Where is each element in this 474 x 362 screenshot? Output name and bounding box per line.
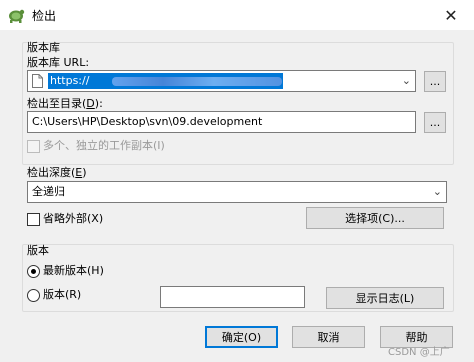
radio-selected-dot: [31, 269, 36, 274]
close-icon: ✕: [444, 5, 458, 25]
revision-group-label: 版本: [27, 244, 49, 257]
tortoise-svn-icon: [9, 9, 25, 23]
head-revision-radio[interactable]: [27, 265, 40, 278]
checkout-dir-input[interactable]: C:\Users\HP\Desktop\svn\09.development: [27, 111, 416, 133]
checkout-dir-value: C:\Users\HP\Desktop\svn\09.development: [32, 115, 263, 128]
show-log-button[interactable]: 显示日志(L): [326, 287, 444, 309]
document-icon: [32, 74, 43, 88]
window-title: 检出: [32, 9, 57, 23]
title-bar: 检出 ✕: [0, 0, 474, 30]
multiple-copies-label: 多个、独立的工作副本(I): [43, 139, 165, 152]
depth-combobox[interactable]: 全递归 ⌄: [27, 181, 447, 203]
revision-input[interactable]: [160, 286, 305, 308]
close-button[interactable]: ✕: [428, 0, 474, 30]
dropdown-arrow-icon[interactable]: ⌄: [433, 185, 442, 198]
multiple-copies-checkbox[interactable]: [27, 140, 40, 153]
choose-items-button[interactable]: 选择项(C)...: [306, 207, 444, 229]
cancel-button[interactable]: 取消: [292, 326, 365, 348]
specific-revision-radio[interactable]: [27, 289, 40, 302]
omit-externals-label: 省略外部(X): [43, 212, 104, 225]
url-selection: https://: [48, 73, 283, 89]
specific-revision-label: 版本(R): [43, 288, 82, 301]
url-browse-button[interactable]: ...: [424, 71, 446, 92]
omit-externals-checkbox[interactable]: [27, 213, 40, 226]
url-value: https://: [50, 74, 90, 87]
ok-button[interactable]: 确定(O): [205, 326, 278, 348]
checkout-dir-label: 检出至目录(D):: [27, 97, 103, 110]
url-label: 版本库 URL:: [27, 56, 90, 69]
dropdown-arrow-icon[interactable]: ⌄: [402, 74, 411, 87]
url-combobox[interactable]: https:// ⌄: [27, 70, 416, 92]
redacted-url: [112, 77, 282, 86]
head-revision-label: 最新版本(H): [43, 264, 104, 277]
depth-selected: 全递归: [32, 185, 65, 198]
depth-label: 检出深度(E): [27, 166, 87, 179]
dialog-body: 版本库 版本库 URL: https:// ⌄ ... 检出至目录(D): C:…: [0, 30, 474, 362]
watermark: CSDN @上广: [388, 347, 450, 358]
repository-group-label: 版本库: [27, 41, 60, 54]
dir-browse-button[interactable]: ...: [424, 112, 446, 133]
